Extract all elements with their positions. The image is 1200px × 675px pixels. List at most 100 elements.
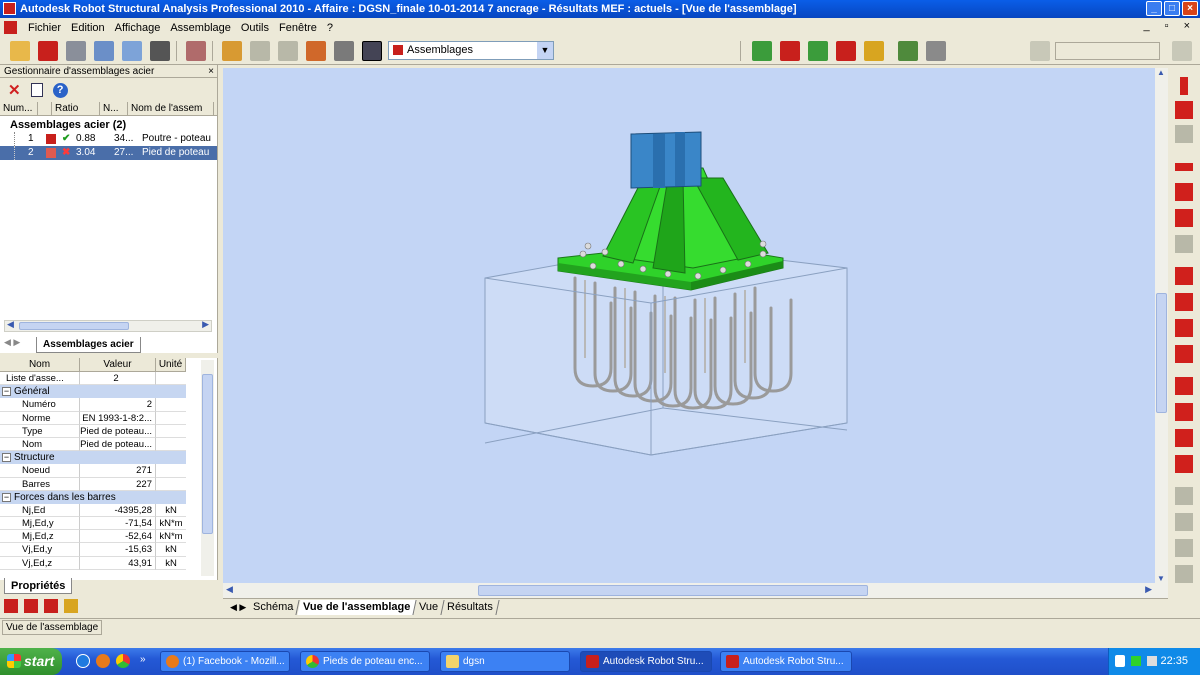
group-general[interactable]: − Général — [0, 385, 186, 399]
tube-connection-icon[interactable] — [1175, 429, 1193, 447]
tab-vue-assemblage[interactable]: Vue de l'assemblage — [297, 599, 417, 615]
col-ratio[interactable]: Ratio — [52, 102, 100, 115]
print-icon[interactable] — [66, 41, 86, 61]
start-button[interactable]: start — [0, 648, 62, 675]
close-panel-button[interactable]: × — [208, 65, 214, 78]
prop-row[interactable]: Mj,Ed,z -52,64 kN*m — [0, 530, 217, 544]
scroll-left-icon[interactable]: ◀ — [7, 319, 14, 330]
fin-plate-icon[interactable] — [1175, 267, 1193, 285]
pin-connection-icon[interactable] — [1180, 77, 1188, 95]
print-preview-icon[interactable] — [94, 41, 114, 61]
taskbar-facebook[interactable]: (1) Facebook - Mozill... — [160, 651, 290, 672]
menu-assemblage[interactable]: Assemblage — [165, 22, 236, 34]
tab-assemblages-acier[interactable]: Assemblages acier — [36, 337, 141, 353]
calculator-icon[interactable] — [186, 41, 206, 61]
base-plate-icon[interactable] — [1175, 455, 1193, 473]
taskbar-pieds-poteau[interactable]: Pieds de poteau enc... — [300, 651, 430, 672]
double-angle-icon[interactable] — [1175, 319, 1193, 337]
document-icon[interactable] — [4, 21, 17, 34]
taskbar-robot-1[interactable]: Autodesk Robot Stru... — [580, 651, 712, 672]
scroll-right-icon[interactable]: ▶ — [1145, 584, 1152, 595]
ie-quicklaunch-icon[interactable] — [76, 654, 90, 668]
clock[interactable]: 22:35 — [1160, 655, 1188, 667]
close-window-button[interactable]: × — [1182, 1, 1198, 16]
tree-row-2[interactable]: 2 ✖ 3.04 27... Pied de poteau — [0, 146, 217, 160]
col-nom[interactable]: Nom — [0, 358, 80, 371]
tab-proprietes[interactable]: Propriétés — [4, 578, 73, 594]
tab-schema[interactable]: Schéma — [247, 599, 301, 615]
menu-affichage[interactable]: Affichage — [110, 22, 166, 34]
col-unite[interactable]: Unité — [156, 358, 186, 371]
column-splice-icon[interactable] — [1175, 101, 1193, 119]
connection-calc-icon[interactable] — [808, 41, 828, 61]
prop-tool-4-icon[interactable] — [64, 599, 78, 613]
checklist-icon[interactable] — [30, 83, 43, 97]
wrench-icon[interactable] — [334, 41, 354, 61]
tab-resultats[interactable]: Résultats — [441, 599, 500, 615]
tab-nav-icon[interactable]: ◀ ▶ — [227, 602, 249, 613]
col-name[interactable]: Nom de l'assem — [128, 102, 214, 115]
layout-icon[interactable] — [362, 41, 382, 61]
connection-edit-icon[interactable] — [780, 41, 800, 61]
fixed-base-icon[interactable] — [1175, 403, 1193, 421]
settings-icon[interactable] — [306, 41, 326, 61]
note-icon[interactable] — [898, 41, 918, 61]
prop-row[interactable]: Vj,Ed,z 43,91 kN — [0, 556, 217, 570]
prop-row[interactable]: Nom Pied de poteau... — [0, 437, 217, 452]
prop-row[interactable]: Numéro 2 — [0, 398, 217, 412]
tree-root[interactable]: Assemblages acier (2) — [0, 118, 217, 132]
zoom-in-icon[interactable] — [250, 41, 270, 61]
taskbar-robot-2[interactable]: Autodesk Robot Stru... — [720, 651, 852, 672]
group-structure[interactable]: − Structure — [0, 451, 186, 465]
tab-vue[interactable]: Vue — [413, 599, 445, 615]
scroll-left-icon[interactable]: ◀ — [226, 584, 233, 595]
connection-new-icon[interactable] — [752, 41, 772, 61]
scroll-right-icon[interactable]: ▶ — [202, 319, 209, 330]
menu-edition[interactable]: Edition — [66, 22, 110, 34]
minimize-button[interactable]: _ — [1146, 1, 1162, 16]
mdi-window-controls[interactable]: _ ▫ × — [1143, 20, 1196, 32]
beam-beam-icon[interactable] — [1175, 345, 1193, 363]
prop-row[interactable]: Noeud 271 — [0, 464, 217, 478]
chrome-quicklaunch-icon[interactable] — [116, 654, 130, 668]
prop-row[interactable]: Mj,Ed,y -71,54 kN*m — [0, 517, 217, 531]
prop-row-list[interactable]: Liste d'asse... 2 — [0, 372, 217, 386]
taskbar-dgsn[interactable]: dgsn — [440, 651, 570, 672]
tab-nav-icon[interactable]: ◀ ▶ — [4, 337, 20, 348]
manager-hscroll[interactable]: ◀ ▶ — [4, 319, 212, 332]
prop-tool-3-icon[interactable] — [44, 599, 58, 613]
quicklaunch-more-icon[interactable]: » — [140, 654, 146, 665]
chevron-down-icon[interactable]: ▼ — [537, 42, 553, 59]
view-hscroll[interactable]: ◀ ▶ — [223, 583, 1168, 598]
col-valeur[interactable]: Valeur — [80, 358, 156, 371]
camera-icon[interactable] — [150, 41, 170, 61]
maximize-button[interactable]: □ — [1164, 1, 1180, 16]
prop-row[interactable]: Nj,Ed -4395,28 kN — [0, 503, 217, 518]
save-icon[interactable] — [38, 41, 58, 61]
volume-icon[interactable] — [1147, 656, 1157, 666]
prop-tool-2-icon[interactable] — [24, 599, 38, 613]
col-num[interactable]: Num... — [0, 102, 38, 115]
menu-outils[interactable]: Outils — [236, 22, 274, 34]
prop-row[interactable]: Norme EN 1993-1-8:2... — [0, 411, 217, 425]
menu-help[interactable]: ? — [322, 22, 338, 34]
group-forces[interactable]: − Forces dans les barres — [0, 490, 186, 504]
structure-icon[interactable] — [222, 41, 242, 61]
col-blank[interactable] — [38, 102, 52, 115]
help-icon[interactable]: ? — [52, 82, 68, 98]
connection-add-icon[interactable] — [836, 41, 856, 61]
open-icon[interactable] — [10, 41, 30, 61]
bracing-icon[interactable] — [1175, 377, 1193, 395]
layout-combo[interactable]: Assemblages ▼ — [388, 41, 554, 60]
prop-tool-1-icon[interactable] — [4, 599, 18, 613]
col-n[interactable]: N... — [100, 102, 128, 115]
menu-fichier[interactable]: Fichier — [23, 22, 66, 34]
beam-splice-icon[interactable] — [1175, 163, 1193, 171]
preview-icon[interactable] — [122, 41, 142, 61]
network-icon[interactable] — [1131, 656, 1141, 666]
assembly-3d-view[interactable] — [223, 68, 1155, 583]
tray-expand-icon[interactable] — [1115, 655, 1125, 667]
prop-row[interactable]: Barres 227 — [0, 477, 217, 491]
tree-row-1[interactable]: 1 ✔ 0.88 34... Poutre - poteau — [0, 132, 217, 146]
connection-help-icon[interactable] — [864, 41, 884, 61]
